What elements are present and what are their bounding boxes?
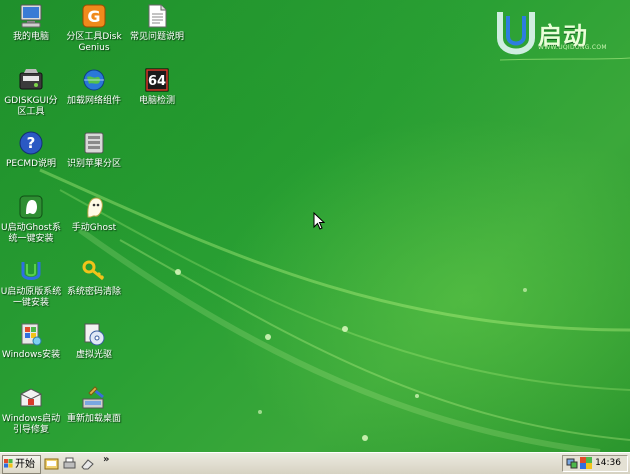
key-icon	[82, 260, 105, 281]
reload-desktop-icon	[82, 386, 104, 409]
ghost-install-icon	[19, 195, 43, 219]
desktop-icon-my-computer[interactable]: 我的电脑	[0, 3, 62, 43]
partition-gui-icon	[19, 69, 43, 90]
cpu-64-icon: 64	[145, 68, 169, 92]
diskgenius-icon: G	[82, 4, 106, 28]
quicklaunch-eraser-icon[interactable]	[80, 456, 95, 471]
mouse-pointer-icon	[313, 212, 325, 230]
document-icon	[148, 4, 167, 28]
icon-label: U启动原版系统一键安装	[0, 287, 62, 308]
desktop-icon-password-clear[interactable]: 系统密码清除	[63, 258, 125, 298]
svg-text:?: ?	[27, 134, 36, 152]
system-tray: 14:36	[562, 455, 628, 472]
quicklaunch-printer-icon[interactable]	[62, 456, 77, 471]
icon-label: 分区工具DiskGenius	[66, 32, 122, 53]
desktop[interactable]: 我的电脑 GDISKGUI分区工具 ? PECMD说明 U启动Ghost系统一键…	[0, 0, 630, 452]
icon-label: 虚拟光驱	[75, 350, 112, 360]
icon-label: 识别苹果分区	[66, 159, 121, 169]
icon-label: 系统密码清除	[66, 287, 121, 297]
taskbar: 开始 » 14:36	[0, 452, 630, 474]
icon-label: GDISKGUI分区工具	[4, 96, 58, 117]
quicklaunch-overflow-chevron[interactable]: »	[103, 454, 109, 465]
quicklaunch-explorer-icon[interactable]	[44, 456, 59, 471]
desktop-icon-manual-ghost[interactable]: 手动Ghost	[63, 194, 125, 234]
icon-label: 重新加载桌面	[66, 414, 121, 424]
icon-label: 电脑检测	[138, 96, 175, 106]
desktop-icon-network[interactable]: 加载网络组件	[63, 67, 125, 107]
desktop-icon-original-install[interactable]: U启动原版系统一键安装	[0, 258, 62, 309]
icon-label: Windows启动引导修复	[1, 414, 61, 435]
desktop-icon-virtual-cdrom[interactable]: 虚拟光驱	[63, 321, 125, 361]
logo-u-mark	[497, 12, 535, 55]
icon-label: U启动Ghost系统一键安装	[1, 223, 61, 244]
windows-logo-icon	[4, 459, 13, 468]
ghost-icon	[87, 197, 103, 218]
desktop-icon-faq[interactable]: 常见问题说明	[126, 3, 188, 43]
svg-text:G: G	[87, 7, 100, 26]
icon-label: 加载网络组件	[66, 96, 121, 106]
icon-label: 我的电脑	[12, 32, 49, 42]
help-icon: ?	[19, 131, 43, 155]
boot-repair-icon	[20, 388, 42, 407]
desktop-icon-diskgenius[interactable]: G 分区工具DiskGenius	[63, 3, 125, 54]
icon-label: PECMD说明	[5, 159, 57, 169]
logo-url: WWW.UQIDONG.COM	[538, 44, 607, 51]
computer-icon	[20, 4, 42, 28]
clock[interactable]: 14:36	[595, 458, 621, 468]
uqidong-install-icon	[21, 262, 41, 280]
svg-text:64: 64	[148, 74, 166, 89]
network-globe-icon	[83, 69, 105, 91]
start-label: 开始	[15, 459, 35, 470]
tray-network-icon[interactable]	[566, 457, 578, 469]
icon-label: Windows安装	[1, 350, 61, 360]
tray-display-icon[interactable]	[580, 457, 592, 469]
desktop-icon-pecmd[interactable]: ? PECMD说明	[0, 130, 62, 170]
icon-label: 手动Ghost	[71, 223, 117, 233]
virtual-cdrom-icon	[84, 323, 105, 346]
desktop-icon-boot-repair[interactable]: Windows启动引导修复	[0, 385, 62, 436]
drive-icon	[84, 132, 104, 154]
desktop-icon-reload-desktop[interactable]: 重新加载桌面	[63, 385, 125, 425]
icon-label: 常见问题说明	[129, 32, 184, 42]
desktop-icon-apple-partition[interactable]: 识别苹果分区	[63, 130, 125, 170]
desktop-icon-gdiskgui[interactable]: GDISKGUI分区工具	[0, 67, 62, 118]
desktop-icon-windows-setup[interactable]: Windows安装	[0, 321, 62, 361]
windows-setup-icon	[21, 323, 42, 346]
start-button[interactable]: 开始	[2, 455, 41, 474]
desktop-icon-pc-check[interactable]: 64 电脑检测	[126, 67, 188, 107]
uqidong-logo: 启动 WWW.UQIDONG.COM	[494, 6, 622, 62]
desktop-icon-ghost-install[interactable]: U启动Ghost系统一键安装	[0, 194, 62, 245]
